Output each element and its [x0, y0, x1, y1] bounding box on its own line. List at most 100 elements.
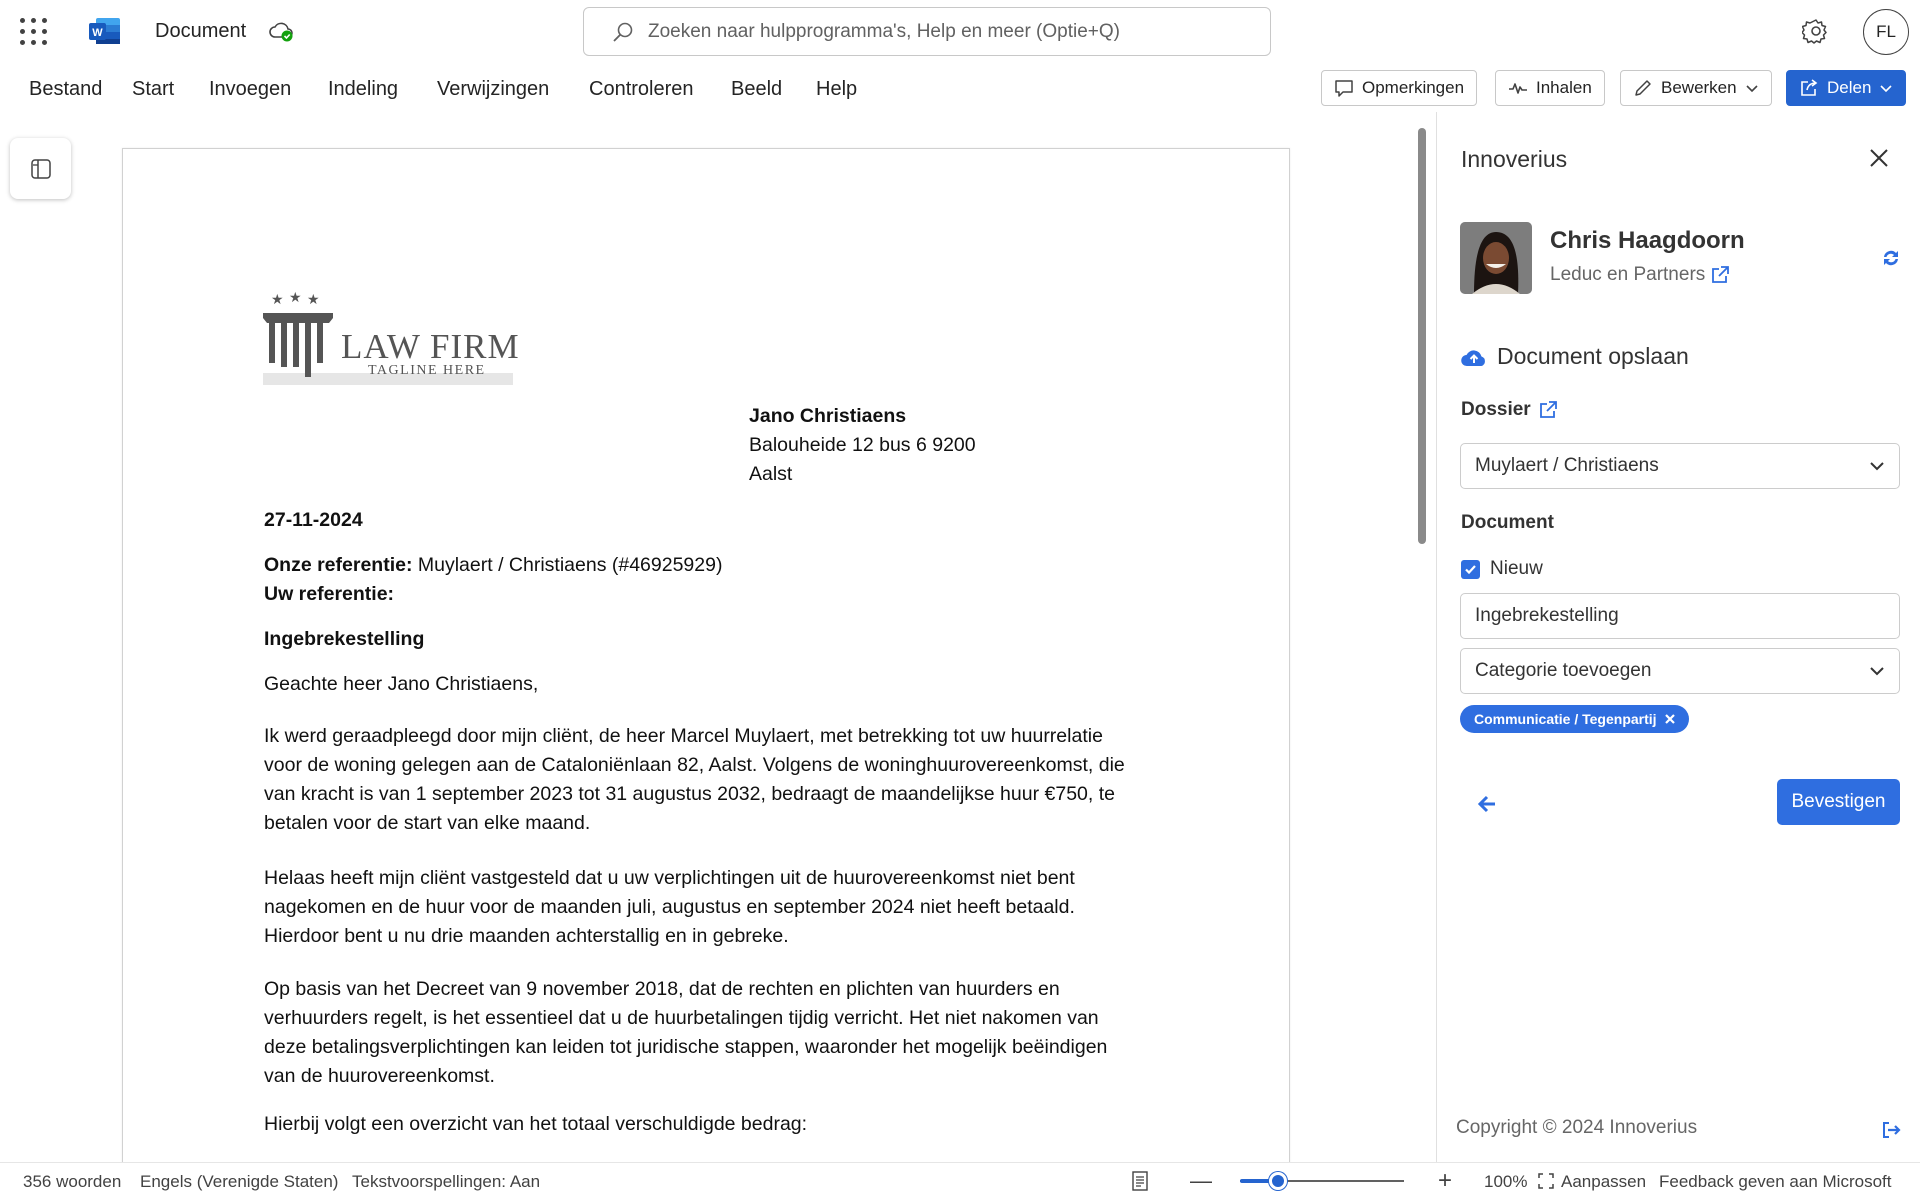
share-button[interactable]: Delen: [1786, 70, 1907, 106]
paragraph-line: nagekomen en de huur voor de maanden jul…: [264, 896, 1075, 918]
recipient-street: Balouheide 12 bus 6 9200: [749, 434, 976, 456]
document-label: Document: [1461, 512, 1554, 533]
letter-date: 27-11-2024: [264, 509, 363, 531]
save-heading-text: Document opslaan: [1497, 343, 1689, 369]
user-avatar[interactable]: FL: [1863, 9, 1909, 55]
tab-controleren[interactable]: Controleren: [589, 78, 694, 101]
search-box[interactable]: [583, 7, 1271, 56]
sign-out-icon[interactable]: [1881, 1120, 1901, 1140]
ribbon-menu: Bestand Start Invoegen Indeling Verwijzi…: [0, 70, 1920, 110]
search-icon: [612, 21, 634, 43]
remove-tag-icon[interactable]: [1664, 714, 1675, 724]
close-icon[interactable]: [1867, 146, 1891, 170]
refresh-icon[interactable]: [1881, 248, 1901, 268]
svg-text:★: ★: [307, 291, 320, 307]
tab-bestand[interactable]: Bestand: [29, 78, 102, 101]
tab-start[interactable]: Start: [132, 78, 174, 101]
settings-gear-icon[interactable]: [1801, 17, 1830, 45]
salutation: Geachte heer Jano Christiaens,: [264, 673, 539, 695]
panel-title: Innoverius: [1461, 146, 1568, 172]
fit-button[interactable]: Aanpassen: [1561, 1172, 1646, 1192]
chevron-down-icon: [1880, 85, 1892, 93]
feedback-link[interactable]: Feedback geven aan Microsoft: [1659, 1172, 1891, 1192]
document-title[interactable]: Document: [155, 20, 246, 43]
text-predictions-status[interactable]: Tekstvoorspellingen: Aan: [352, 1172, 540, 1192]
fit-icon[interactable]: [1538, 1173, 1554, 1194]
paragraph-1: Ik werd geraadpleegd door mijn cliënt, d…: [264, 722, 1125, 838]
dossier-label: Dossier: [1461, 399, 1557, 421]
catchup-label: Inhalen: [1536, 78, 1592, 97]
recipient-name: Jano Christiaens: [749, 405, 907, 427]
tab-help[interactable]: Help: [816, 78, 857, 101]
tab-invoegen[interactable]: Invoegen: [209, 78, 291, 101]
chevron-down-icon: [1870, 667, 1884, 676]
paragraph-4: Hierbij volgt een overzicht van het tota…: [264, 1113, 808, 1135]
share-icon: [1801, 79, 1818, 96]
edit-label: Bewerken: [1661, 78, 1737, 97]
paragraph-line: Helaas heeft mijn cliënt vastgesteld dat…: [264, 867, 1075, 889]
zoom-in-icon[interactable]: +: [1438, 1169, 1452, 1193]
dossier-select[interactable]: Muylaert / Christiaens: [1460, 443, 1900, 489]
our-reference: Onze referentie: Muylaert / Christiaens …: [264, 551, 722, 580]
svg-text:★: ★: [271, 291, 284, 307]
print-layout-icon[interactable]: [1131, 1171, 1149, 1196]
dossier-select-value: Muylaert / Christiaens: [1475, 455, 1659, 476]
comments-button[interactable]: Opmerkingen: [1321, 70, 1478, 106]
zoom-level[interactable]: 100%: [1484, 1172, 1527, 1192]
language-status[interactable]: Engels (Verenigde Staten): [140, 1172, 338, 1192]
paragraph-line: Ik werd geraadpleegd door mijn cliënt, d…: [264, 725, 1103, 747]
paragraph-2: Helaas heeft mijn cliënt vastgesteld dat…: [264, 864, 1075, 951]
logo-title: LAW FIRM: [341, 327, 520, 366]
innoverius-panel: Innoverius Chris Haagdoorn Leduc en Part…: [1436, 112, 1920, 1162]
tab-verwijzingen[interactable]: Verwijzingen: [437, 78, 549, 101]
paragraph-line: van de huurovereenkomst.: [264, 1065, 495, 1087]
document-scrollbar[interactable]: [1418, 128, 1426, 544]
external-link-icon[interactable]: [1539, 401, 1557, 419]
app-launcher-icon[interactable]: [20, 18, 48, 46]
your-reference-label: Uw referentie:: [264, 583, 395, 605]
word-count[interactable]: 356 woorden: [23, 1172, 121, 1192]
tab-indeling[interactable]: Indeling: [328, 78, 398, 101]
contact-organization-link[interactable]: Leduc en Partners: [1550, 264, 1730, 286]
document-page[interactable]: ★ ★ ★ LAW FIRM TAGLINE HERE Jano Christi…: [122, 148, 1290, 1168]
paragraph-line: Op basis van het Decreet van 9 november …: [264, 978, 1060, 1000]
recipient-city: Aalst: [749, 463, 793, 485]
navigation-pane-button[interactable]: [10, 138, 71, 199]
paragraph-3: Op basis van het Decreet van 9 november …: [264, 975, 1107, 1091]
word-logo-icon[interactable]: W: [88, 16, 122, 46]
external-link-icon: [1712, 266, 1730, 283]
edit-mode-button[interactable]: Bewerken: [1620, 70, 1772, 106]
confirm-button[interactable]: Bevestigen: [1777, 779, 1900, 825]
paragraph-line: Hierdoor bent u nu drie maanden achterst…: [264, 925, 789, 947]
paragraph-line: van kracht is van 1 september 2023 tot 3…: [264, 783, 1115, 805]
cloud-upload-icon: [1461, 349, 1485, 366]
svg-text:★: ★: [289, 289, 302, 305]
new-checkbox-label: Nieuw: [1490, 558, 1543, 579]
category-select[interactable]: Categorie toevoegen: [1460, 648, 1900, 694]
paragraph-line: voor de woning gelegen aan de Cataloniën…: [264, 754, 1125, 776]
back-arrow-icon[interactable]: [1475, 792, 1499, 816]
catchup-button[interactable]: Inhalen: [1495, 70, 1605, 106]
contact-photo: [1460, 222, 1532, 294]
new-document-checkbox[interactable]: Nieuw: [1461, 558, 1543, 580]
document-name-input[interactable]: [1460, 593, 1900, 639]
checkbox-checked-icon[interactable]: [1461, 559, 1480, 579]
copyright-text: Copyright © 2024 Innoverius: [1456, 1117, 1698, 1138]
logo-tagline: TAGLINE HERE: [368, 363, 486, 378]
chevron-down-icon: [1870, 462, 1884, 471]
paragraph-line: deze betalingsverplichtingen kan leiden …: [264, 1036, 1108, 1058]
zoom-slider-thumb[interactable]: [1268, 1172, 1287, 1190]
comment-icon: [1335, 80, 1353, 97]
paragraph-line: verhuurders regelt, is het essentieel da…: [264, 1007, 1099, 1029]
cloud-saved-icon[interactable]: [268, 18, 294, 44]
search-input[interactable]: [648, 16, 1248, 48]
comments-label: Opmerkingen: [1362, 78, 1465, 97]
tab-beeld[interactable]: Beeld: [731, 78, 782, 101]
category-select-placeholder: Categorie toevoegen: [1475, 660, 1652, 681]
chevron-down-icon: [1746, 85, 1758, 93]
status-bar: 356 woorden Engels (Verenigde Staten) Te…: [0, 1162, 1920, 1198]
pencil-icon: [1635, 80, 1651, 96]
category-tag: Communicatie / Tegenpartij: [1460, 705, 1689, 733]
letter-subject: Ingebrekestelling: [264, 628, 425, 650]
zoom-out-icon[interactable]: —: [1190, 1170, 1212, 1192]
